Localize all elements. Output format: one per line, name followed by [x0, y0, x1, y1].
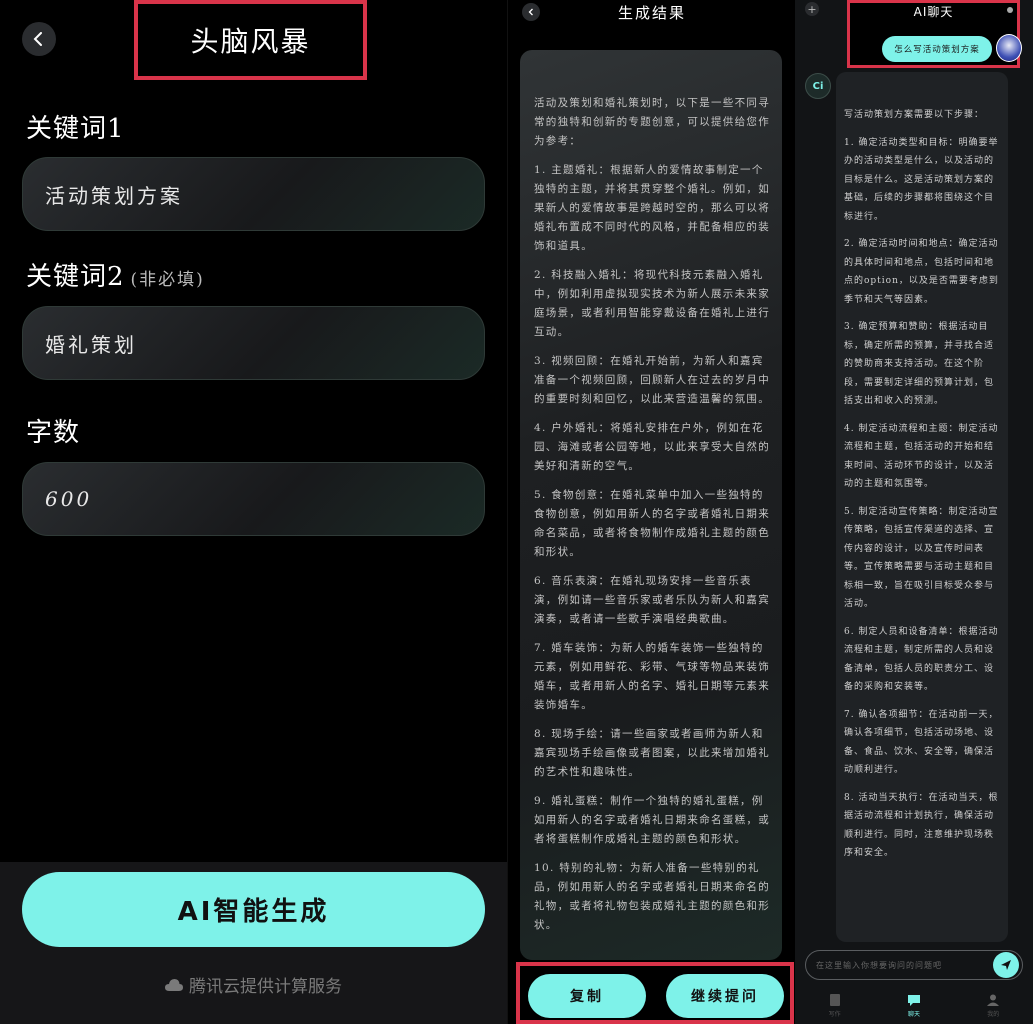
ai-paragraph: 7. 确认各项细节：在活动前一天，确认各项细节，包括活动场地、设备、食品、饮水、… [844, 709, 999, 776]
result-actions-highlight: 复制 继续提问 [516, 962, 794, 1024]
result-paragraph: 2. 科技融入婚礼：将现代科技元素融入婚礼中，例如利用虚拟现实技术为新人展示未来… [534, 269, 770, 338]
result-paragraph: 3. 视频回顾：在婚礼开始前，为新人和嘉宾准备一个视频回顾，回顾新人在过去的岁月… [534, 355, 770, 405]
keyword2-hint: (非必填) [130, 270, 205, 290]
service-note: 腾讯云提供计算服务 [0, 972, 507, 997]
ai-avatar: Ci [805, 73, 831, 99]
chevron-left-icon [528, 8, 533, 16]
ai-paragraph: 8. 活动当天执行：在活动当天，根据活动流程和计划执行，确保活动顺利进行。同时，… [844, 792, 999, 859]
chat-panel: + AI聊天 怎么写活动策划方案 Ci 写活动策划方案需要以下步骤： 1. 确定… [795, 0, 1033, 1024]
keyword2-label: 关键词2 (非必填) [26, 262, 205, 292]
send-button[interactable] [993, 952, 1019, 978]
result-paragraph: 7. 婚车装饰：为新人的婚车装饰一些独特的元素，例如用鲜花、彩带、气球等物品来装… [534, 642, 770, 711]
result-back-button[interactable] [522, 3, 540, 21]
send-icon [1001, 960, 1011, 970]
plus-icon[interactable]: + [805, 2, 819, 16]
copy-button[interactable]: 复制 [528, 974, 646, 1018]
ai-paragraph: 6. 制定人员和设备清单：根据活动流程和主题，制定所需的人员和设备清单，包括人员… [844, 626, 999, 693]
user-avatar [996, 34, 1022, 62]
ai-paragraph: 3. 确定预算和赞助：根据活动目标，确定所需的预算，并寻找合适的赞助商来支持活动… [844, 322, 995, 406]
ai-paragraph: 2. 确定活动时间和地点：确定活动的具体时间和地点，包括时间和地点的option… [844, 239, 999, 305]
result-paragraph: 10. 特别的礼物：为新人准备一些特别的礼品，例如用新人的名字或者婚礼日期来命名… [534, 862, 770, 931]
chat-icon [907, 994, 920, 1006]
tab-profile[interactable]: 我的 [973, 993, 1013, 1018]
result-panel: 生成结果 活动及策划和婚礼策划时，以下是一些不同寻常的独特和创新的专题创意，可以… [507, 0, 795, 1024]
document-icon [829, 993, 840, 1006]
continue-ask-button[interactable]: 继续提问 [666, 974, 784, 1018]
ai-message: 写活动策划方案需要以下步骤： 1. 确定活动类型和目标：明确要举办的活动类型是什… [836, 72, 1008, 942]
result-paragraph: 6. 音乐表演：在婚礼现场安排一些音乐表演，例如请一些音乐家或者乐队为新人和嘉宾… [534, 575, 770, 625]
tab-write[interactable]: 写作 [815, 993, 855, 1018]
keyword2-input[interactable]: 婚礼策划 [22, 306, 485, 380]
cloud-icon [165, 978, 183, 991]
result-content: 活动及策划和婚礼策划时，以下是一些不同寻常的独特和创新的专题创意，可以提供给您作… [520, 50, 782, 960]
result-paragraph: 4. 户外婚礼：将婚礼安排在户外，例如在花园、海滩或者公园等地，以此来享受大自然… [534, 422, 770, 472]
result-paragraph: 8. 现场手绘：请一些画家或者画师为新人和嘉宾现场手绘画像或者图案，以此来增加婚… [534, 728, 770, 778]
result-paragraph: 活动及策划和婚礼策划时，以下是一些不同寻常的独特和创新的专题创意，可以提供给您作… [534, 97, 770, 147]
result-paragraph: 1. 主题婚礼：根据新人的爱情故事制定一个独特的主题，并将其贯穿整个婚礼。例如，… [534, 164, 770, 252]
page-title: 头脑风暴 [190, 25, 311, 58]
tab-bar: 写作 聊天 我的 [795, 986, 1033, 1024]
user-message: 怎么写活动策划方案 [882, 36, 992, 62]
keyword1-label: 关键词1 [26, 114, 125, 144]
ai-generate-button[interactable]: AI智能生成 [22, 872, 485, 947]
ai-paragraph: 4. 制定活动流程和主题：制定活动流程和主题，包括活动的开始和结束时间、活动环节… [844, 423, 999, 490]
ai-paragraph: 写活动策划方案需要以下步骤： [844, 110, 985, 120]
service-text: 腾讯云提供计算服务 [189, 977, 342, 997]
wordcount-input[interactable]: 600 [22, 462, 485, 536]
wordcount-label: 字数 [26, 418, 81, 448]
chat-header-highlight: AI聊天 怎么写活动策划方案 [847, 0, 1022, 68]
back-button[interactable] [22, 22, 56, 56]
keyword1-input[interactable]: 活动策划方案 [22, 157, 485, 231]
brainstorm-panel: 头脑风暴 关键词1 活动策划方案 关键词2 (非必填) 婚礼策划 字数 600 A… [0, 0, 507, 1024]
page-title-highlight: 头脑风暴 [134, 0, 367, 80]
ai-paragraph: 1. 确定活动类型和目标：明确要举办的活动类型是什么，以及活动的目标是什么。这是… [844, 137, 999, 222]
result-title: 生成结果 [617, 4, 686, 22]
chevron-left-icon [33, 32, 42, 46]
chat-input[interactable]: 在这里输入你想要询问的问题吧 [805, 950, 1023, 980]
result-paragraph: 5. 食物创意：在婚礼菜单中加入一些独特的食物创意，例如用新人的名字或者婚礼日期… [534, 489, 770, 558]
user-icon [987, 994, 1000, 1006]
ai-paragraph: 5. 制定活动宣传策略：制定活动宣传策略，包括宣传渠道的选择、宣传内容的设计，以… [844, 506, 999, 610]
result-paragraph: 9. 婚礼蛋糕：制作一个独特的婚礼蛋糕，例如用新人的名字或者婚礼日期来命名蛋糕，… [534, 795, 770, 845]
tab-chat[interactable]: 聊天 [894, 993, 934, 1018]
menu-dot-icon[interactable] [1007, 7, 1013, 13]
chat-title: AI聊天 [913, 5, 954, 19]
